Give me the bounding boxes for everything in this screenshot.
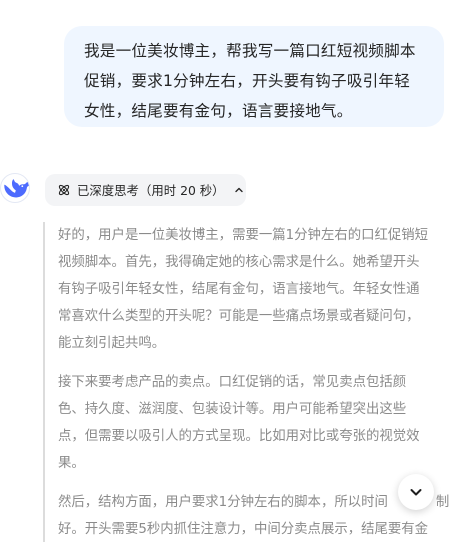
- user-message-line: 女性，结尾要有金句，语言要接地气。: [84, 102, 353, 120]
- user-message-line: 促销，要求1分钟左右，开头要有钩子吸引年轻: [84, 72, 410, 90]
- thought-line: 然后，结构方面，用户要求1分钟左右的脚本，所以时间 制: [58, 489, 453, 516]
- thought-line: 能立刻引起共鸣。: [58, 336, 166, 351]
- thought-line: 好的，用户是一位美妆博主，需要一篇1分钟左右的口红促销短: [58, 228, 429, 243]
- thought-line: 点，但需要以吸引人的方式呈现。比如用对比或夸张的视觉效: [58, 429, 420, 444]
- scroll-to-bottom-button[interactable]: [398, 474, 434, 510]
- chevron-up-icon: [234, 187, 243, 193]
- thought-line: 好。开头需要5秒内抓住注意力，中间分卖点展示，结尾要有金: [58, 522, 429, 537]
- user-message-bubble: 我是一位美妆博主，帮我写一篇口红短视频脚本 促销，要求1分钟左右，开头要有钩子吸…: [64, 26, 444, 127]
- thought-process: 好的，用户是一位美妆博主，需要一篇1分钟左右的口红促销短 视频脚本。首先，我得确…: [43, 222, 453, 542]
- thought-line: 色、持久度、滋润度、包装设计等。用户可能希望突出这些: [58, 402, 407, 417]
- user-message-line: 我是一位美妆博主，帮我写一篇口红短视频脚本: [84, 42, 416, 60]
- thought-line: 常喜欢什么类型的开头呢？可能是一些痛点场景或者疑问句，: [58, 309, 420, 324]
- thought-line: 有钩子吸引年轻女性，结尾有金句，语言接地气。年轻女性通: [58, 282, 420, 297]
- assistant-avatar: [0, 173, 30, 203]
- thought-line: 果。: [58, 456, 85, 471]
- deep-think-label: 已深度思考（用时 20 秒）: [77, 183, 225, 198]
- thought-line-suffix: 制: [435, 495, 450, 510]
- thought-line: 接下来要考虑产品的卖点。口红促销的话，常见卖点包括颜: [58, 375, 407, 390]
- thought-line: 视频脚本。首先，我得确定她的核心需求是什么。她希望开头: [58, 255, 420, 270]
- chat-view: 我是一位美妆博主，帮我写一篇口红短视频脚本 促销，要求1分钟左右，开头要有钩子吸…: [0, 0, 458, 542]
- thought-paragraph: 然后，结构方面，用户要求1分钟左右的脚本，所以时间 制 好。开头需要5秒内抓住注意…: [58, 489, 453, 542]
- whale-logo-icon: [4, 179, 29, 198]
- atom-icon: [58, 184, 70, 196]
- thought-paragraph: 接下来要考虑产品的卖点。口红促销的话，常见卖点包括颜 色、持久度、滋润度、包装设…: [58, 369, 453, 477]
- deep-think-toggle[interactable]: 已深度思考（用时 20 秒）: [45, 174, 246, 206]
- thought-paragraph: 好的，用户是一位美妆博主，需要一篇1分钟左右的口红促销短 视频脚本。首先，我得确…: [58, 222, 453, 357]
- thought-line-text: 然后，结构方面，用户要求1分钟左右的脚本，所以时间: [58, 495, 388, 510]
- chevron-down-icon: [410, 489, 422, 496]
